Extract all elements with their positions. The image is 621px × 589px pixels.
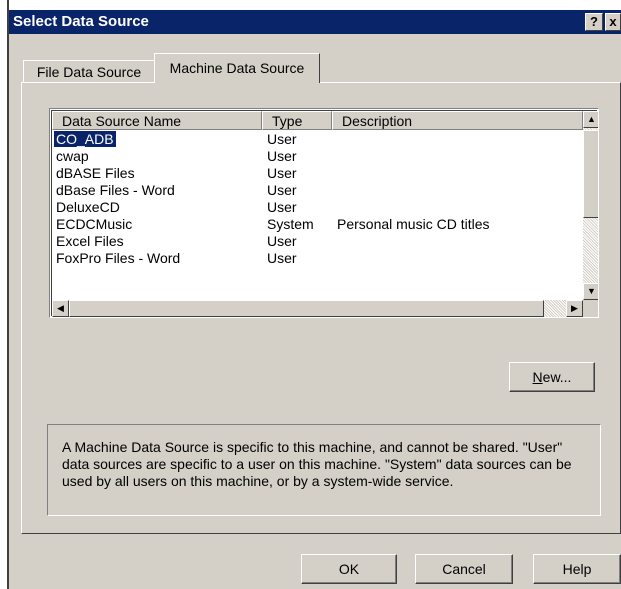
help-title-button[interactable]: ? [585, 13, 603, 31]
title-bar: Select Data Source ? x [9, 10, 621, 34]
data-source-list[interactable]: Data Source Name Type Description CO_ADB… [49, 108, 599, 318]
horizontal-scrollbar[interactable]: ◀ ▶ [52, 300, 583, 317]
row-name-selected: CO_ADB [53, 130, 117, 148]
column-header-label: Data Source Name [62, 113, 182, 129]
vertical-scroll-thumb[interactable] [583, 130, 598, 218]
info-text: A Machine Data Source is specific to thi… [62, 439, 572, 489]
row-type: User [267, 148, 297, 164]
column-header-type[interactable]: Type [262, 111, 332, 130]
row-name: DeluxeCD [56, 199, 120, 215]
tab-file-data-source[interactable]: File Data Source [23, 60, 155, 82]
column-header-label: Description [342, 113, 413, 129]
tab-label: Machine Data Source [169, 60, 305, 76]
select-data-source-dialog: Select Data Source ? x File Data Source … [9, 10, 621, 589]
scroll-right-arrow-icon[interactable]: ▶ [566, 300, 583, 317]
close-title-button[interactable]: x [605, 13, 621, 31]
row-type: System [267, 216, 314, 232]
vertical-scrollbar[interactable]: ▲ ▼ [583, 111, 598, 300]
row-name: FoxPro Files - Word [56, 250, 181, 266]
row-type: User [267, 182, 297, 198]
row-type: User [267, 250, 297, 266]
tab-label: File Data Source [36, 64, 142, 80]
new-button-mnemonic: N [532, 369, 543, 385]
new-button[interactable]: New... [509, 362, 595, 392]
row-type: User [267, 165, 297, 181]
row-name: Excel Files [56, 233, 124, 249]
row-name: cwap [56, 148, 89, 164]
scrollbar-corner [583, 300, 598, 317]
column-header-description[interactable]: Description [332, 111, 583, 130]
row-description: Personal music CD titles [337, 216, 490, 232]
help-button[interactable]: Help [533, 554, 621, 584]
row-name: dBASE Files [56, 165, 135, 181]
row-type: User [267, 199, 297, 215]
background-window-edge [0, 0, 9, 589]
cancel-button[interactable]: Cancel [415, 554, 513, 584]
window-title: Select Data Source [13, 13, 149, 30]
row-type: User [267, 233, 297, 249]
tab-machine-data-source[interactable]: Machine Data Source [154, 53, 320, 83]
horizontal-scroll-thumb[interactable] [69, 300, 544, 317]
row-name: dBase Files - Word [56, 182, 175, 198]
column-header-label: Type [272, 113, 303, 129]
column-header-name[interactable]: Data Source Name [52, 111, 262, 130]
info-text-box: A Machine Data Source is specific to thi… [47, 424, 601, 516]
scroll-left-arrow-icon[interactable]: ◀ [52, 300, 69, 317]
row-name: ECDCMusic [56, 216, 133, 232]
row-type: User [267, 131, 297, 147]
ok-button[interactable]: OK [301, 554, 397, 584]
scroll-down-arrow-icon[interactable]: ▼ [583, 283, 598, 300]
scroll-up-arrow-icon[interactable]: ▲ [583, 111, 598, 128]
new-button-label: ew... [542, 369, 572, 385]
